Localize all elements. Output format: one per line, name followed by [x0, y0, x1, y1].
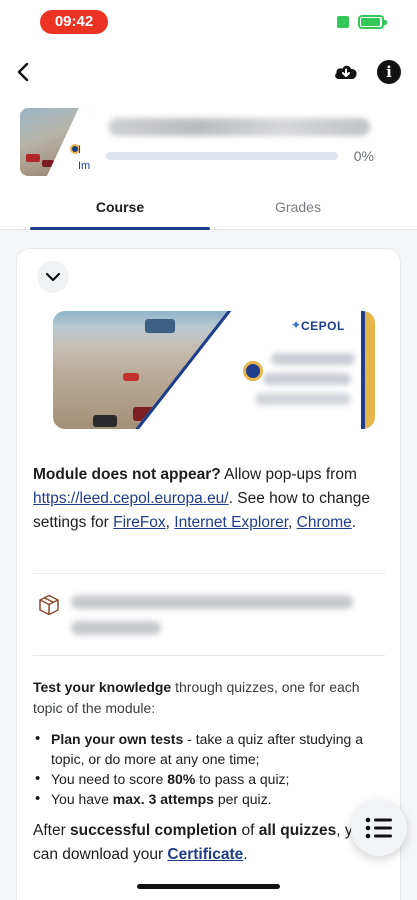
cloud-download-icon[interactable]: [333, 60, 359, 84]
leed-link[interactable]: https://leed.cepol.europa.eu/: [33, 490, 229, 507]
scorm-package-title-redacted[interactable]: [71, 595, 353, 609]
status-time: 09:42: [40, 10, 108, 34]
list-icon: [365, 817, 392, 839]
quiz-rules-list: Plan your own tests - take a quiz after …: [33, 729, 373, 809]
home-indicator: [137, 884, 280, 889]
info-icon[interactable]: i: [377, 60, 401, 84]
course-progress-bar: [106, 152, 338, 160]
collapse-button[interactable]: [37, 261, 69, 293]
divider: [33, 655, 385, 656]
course-index-button[interactable]: [351, 800, 407, 856]
course-title-redacted: [108, 118, 370, 136]
back-arrow-icon[interactable]: [12, 60, 36, 84]
internet-explorer-link[interactable]: Internet Explorer: [174, 514, 288, 531]
status-bar: 09:42: [0, 0, 417, 44]
list-item: You need to score 80% to pass a quiz;: [33, 769, 373, 789]
firefox-link[interactable]: FireFox: [113, 514, 166, 531]
test-knowledge-intro: Test your knowledge through quizzes, one…: [33, 679, 360, 716]
chrome-link[interactable]: Chrome: [297, 514, 352, 531]
chevron-down-icon: [45, 272, 61, 282]
battery-icon: [358, 15, 387, 29]
course-header: i I Im 0% Course Grades: [0, 44, 417, 230]
course-progress-label: 0%: [353, 148, 374, 164]
cepol-logo-text: CEPOL: [301, 319, 345, 333]
cepol-emblem-icon: [243, 361, 263, 381]
list-item: You have max. 3 attemps per quiz.: [33, 789, 373, 809]
course-screen: 09:42 i I Im 0% Course Grades ✦ CEPOL Mo…: [0, 0, 417, 900]
wifi-icon: [337, 16, 349, 28]
scorm-package-date-redacted: [71, 621, 161, 635]
tab-grades[interactable]: Grades: [208, 190, 388, 230]
completion-text: After successful completion of all quizz…: [33, 822, 370, 863]
list-item: Plan your own tests - take a quiz after …: [33, 729, 373, 769]
certificate-link[interactable]: Certificate: [167, 846, 243, 863]
cepol-logo-icon: ✦: [291, 318, 302, 332]
course-section-card: ✦ CEPOL Module does not appear? Allow po…: [16, 248, 401, 900]
package-icon: [39, 594, 59, 616]
module-popup-notice: Module does not appear? Allow pop-ups fr…: [33, 466, 370, 531]
divider: [33, 573, 385, 574]
module-banner-image[interactable]: ✦ CEPOL: [53, 311, 375, 429]
thumbnail-caption: I Im: [78, 144, 91, 172]
tab-course[interactable]: Course: [30, 190, 210, 230]
course-tabs: Course Grades: [0, 190, 417, 230]
